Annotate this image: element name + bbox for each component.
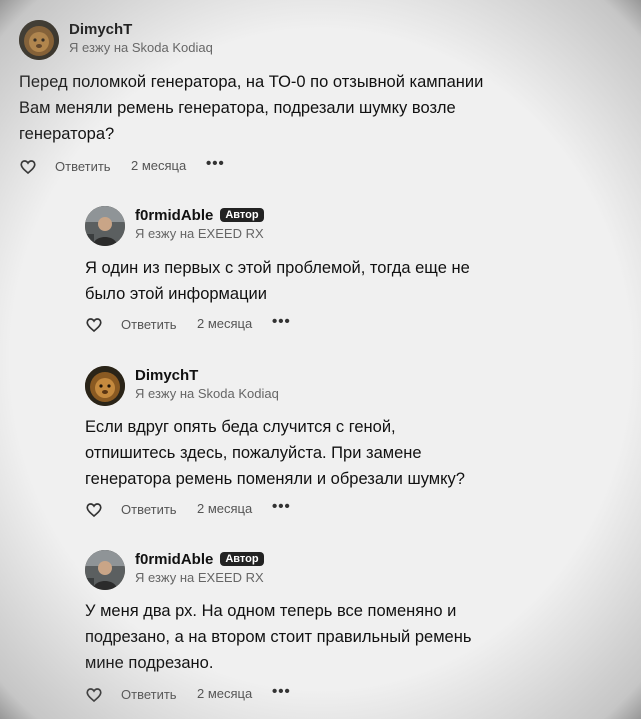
author-car: Я езжу на EXEED RX [135,226,264,241]
comment-line: было этой информации [85,285,267,303]
comment-line: мине подрезано. [85,654,214,672]
more-dots-icon[interactable]: ••• [272,683,291,700]
avatar[interactable] [85,206,125,246]
comment-date: 2 месяца [197,501,253,516]
heart-icon[interactable] [19,158,37,176]
comment-line: подрезано, а на втором стоит правильный … [85,628,472,646]
person-in-car-avatar-icon [85,206,125,246]
author-car: Я езжу на Skoda Kodiaq [69,40,213,55]
comment-line: генератора? [19,125,115,143]
author-name[interactable]: f0rmidAble Автор [135,551,264,568]
author-badge: Автор [220,552,264,566]
comment-line: генератора ремень поменяли и обрезали шу… [85,470,465,488]
author-name[interactable]: DimychT [69,21,132,38]
heart-icon[interactable] [85,501,103,519]
avatar[interactable] [85,366,125,406]
author-car: Я езжу на Skoda Kodiaq [135,386,279,401]
comment-line: Я один из первых с этой проблемой, тогда… [85,259,470,277]
author-car: Я езжу на EXEED RX [135,570,264,585]
author-name[interactable]: f0rmidAble Автор [135,207,264,224]
person-in-car-avatar-icon [85,550,125,590]
comment-line: Если вдруг опять беда случится с геной, [85,418,396,436]
comment-line: У меня два рх. На одном теперь все помен… [85,602,457,620]
comment-text: Я один из первых с этой проблемой, тогда… [85,255,470,307]
comment-line: отпишитесь здесь, пожалуйста. При замене [85,444,422,462]
lion-avatar-icon [85,366,125,406]
comment-line: Перед поломкой генератора, на ТО-0 по от… [19,73,484,91]
comment-date: 2 месяца [197,316,253,331]
more-dots-icon[interactable]: ••• [272,498,291,515]
lion-avatar-icon [19,20,59,60]
reply-button[interactable]: Ответить [55,159,111,174]
comment-line: Вам меняли ремень генератора, подрезали … [19,99,456,117]
heart-icon[interactable] [85,686,103,704]
comment-text: Если вдруг опять беда случится с геной, … [85,414,465,492]
reply-button[interactable]: Ответить [121,687,177,702]
comment-text: У меня два рх. На одном теперь все помен… [85,598,471,676]
author-badge: Автор [220,208,264,222]
reply-button[interactable]: Ответить [121,317,177,332]
more-dots-icon[interactable]: ••• [206,155,225,172]
author-name[interactable]: DimychT [135,367,198,384]
avatar[interactable] [85,550,125,590]
reply-button[interactable]: Ответить [121,502,177,517]
more-dots-icon[interactable]: ••• [272,313,291,330]
avatar[interactable] [19,20,59,60]
comment-date: 2 месяца [131,158,187,173]
comment-date: 2 месяца [197,686,253,701]
heart-icon[interactable] [85,316,103,334]
comment-text: Перед поломкой генератора, на ТО-0 по от… [19,69,483,147]
